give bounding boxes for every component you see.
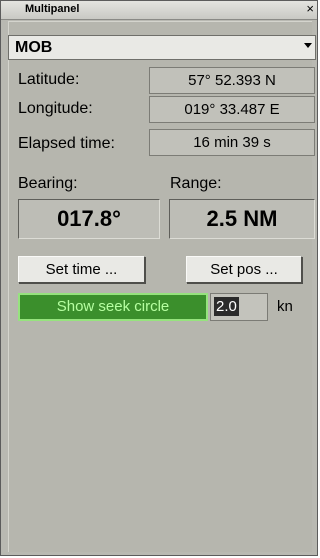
range-value: 2.5 NM <box>169 199 315 239</box>
bearing-label: Bearing: <box>18 175 78 192</box>
longitude-value: 019° 33.487 E <box>149 96 315 123</box>
seek-speed-input[interactable]: 2.0 <box>210 293 268 321</box>
chevron-down-icon[interactable] <box>304 43 312 48</box>
elapsed-time-label: Elapsed time: <box>18 135 115 152</box>
speed-unit-label: kn <box>277 298 293 315</box>
bearing-value: 017.8° <box>18 199 160 239</box>
mode-dropdown[interactable]: MOB <box>8 35 316 60</box>
set-time-button[interactable]: Set time ... <box>18 256 145 283</box>
set-pos-button[interactable]: Set pos ... <box>186 256 302 283</box>
range-label: Range: <box>170 175 222 192</box>
close-icon[interactable]: × <box>306 1 314 16</box>
window-title: Multipanel <box>25 3 80 15</box>
mode-dropdown-value: MOB <box>15 39 53 56</box>
seek-speed-value[interactable]: 2.0 <box>214 297 239 316</box>
longitude-label: Longitude: <box>18 100 93 117</box>
elapsed-time-value: 16 min 39 s <box>149 129 315 156</box>
title-bar[interactable]: Multipanel × <box>1 1 317 20</box>
show-seek-circle-button[interactable]: Show seek circle <box>18 293 208 321</box>
latitude-label: Latitude: <box>18 71 80 88</box>
latitude-value: 57° 52.393 N <box>149 67 315 94</box>
